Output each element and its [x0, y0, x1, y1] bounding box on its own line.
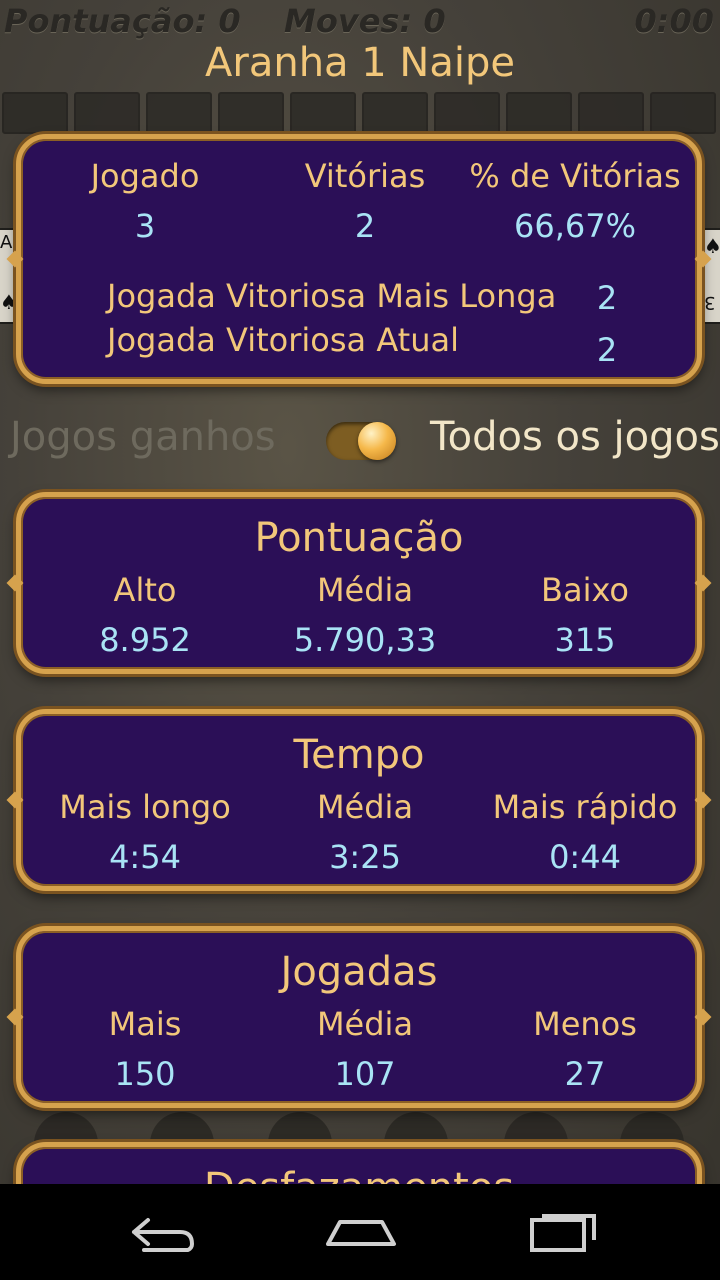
- moves-display: Moves: 0: [284, 2, 446, 40]
- time-display: 0:00: [634, 2, 714, 40]
- home-button[interactable]: [316, 1204, 406, 1260]
- score-high-value: 8.952: [99, 621, 191, 659]
- score-panel: Pontuação Alto Média Baixo 8.952 5.790,3…: [16, 492, 702, 674]
- page-title: Aranha 1 Naipe: [205, 40, 515, 86]
- score-low-value: 315: [554, 621, 616, 659]
- wins-label: Vitórias: [304, 157, 426, 195]
- all-games-option[interactable]: Todos os jogos: [430, 414, 720, 460]
- foundation-slot: [218, 92, 284, 134]
- foundation-slot: [74, 92, 140, 134]
- longest-streak-value: 2: [596, 279, 618, 317]
- back-button[interactable]: [114, 1204, 204, 1260]
- game-hud: Pontuação: 0 Moves: 0 0:00: [0, 0, 720, 44]
- back-icon: [132, 1218, 194, 1252]
- score-panel-title: Pontuação: [254, 515, 464, 561]
- time-longest-value: 4:54: [109, 838, 181, 876]
- card-rank: A: [0, 232, 13, 253]
- score-average-label: Média: [316, 571, 414, 609]
- wins-value: 2: [354, 207, 376, 245]
- foundation-slot: [650, 92, 716, 134]
- home-icon: [326, 1220, 396, 1246]
- moves-panel-title: Jogadas: [280, 949, 438, 995]
- foundation-slot: [290, 92, 356, 134]
- moves-average-value: 107: [334, 1055, 396, 1093]
- time-panel-title: Tempo: [293, 732, 425, 778]
- moves-least-label: Menos: [533, 1005, 637, 1043]
- score-high-label: Alto: [113, 571, 177, 609]
- played-value: 3: [134, 207, 156, 245]
- win-percent-label: % de Vitórias: [469, 157, 681, 195]
- time-average-label: Média: [316, 788, 414, 826]
- moves-average-label: Média: [316, 1005, 414, 1043]
- card-rank: 3: [704, 292, 716, 313]
- moves-least-value: 27: [564, 1055, 606, 1093]
- time-fastest-value: 0:44: [549, 838, 621, 876]
- won-games-option[interactable]: Jogos ganhos: [10, 414, 276, 460]
- score-display: Pontuação: 0: [4, 2, 241, 40]
- moves-most-label: Mais: [108, 1005, 182, 1043]
- longest-streak-label: Jogada Vitoriosa Mais Longa: [107, 277, 557, 315]
- summary-panel: Jogado Vitórias % de Vitórias 3 2 66,67%…: [16, 134, 702, 384]
- foundation-slot: [146, 92, 212, 134]
- current-streak-label: Jogada Vitoriosa Atual: [107, 321, 459, 359]
- foundation-slots: [0, 92, 720, 134]
- recents-icon: [530, 1214, 596, 1252]
- foundation-slot: [2, 92, 68, 134]
- foundation-slot: [362, 92, 428, 134]
- toggle-knob[interactable]: [358, 422, 396, 460]
- time-panel: Tempo Mais longo Média Mais rápido 4:54 …: [16, 709, 702, 891]
- games-filter: Jogos ganhos Todos os jogos: [0, 410, 720, 470]
- moves-panel: Jogadas Mais Média Menos 150 107 27: [16, 926, 702, 1108]
- time-fastest-label: Mais rápido: [492, 788, 678, 826]
- time-longest-label: Mais longo: [59, 788, 231, 826]
- time-average-value: 3:25: [329, 838, 401, 876]
- foundation-slot: [578, 92, 644, 134]
- moves-most-value: 150: [114, 1055, 176, 1093]
- score-average-value: 5.790,33: [293, 621, 437, 659]
- foundation-slot: [506, 92, 572, 134]
- system-nav-bar: [0, 1184, 720, 1280]
- current-streak-value: 2: [596, 331, 618, 369]
- recents-button[interactable]: [518, 1204, 608, 1260]
- filter-toggle[interactable]: [326, 422, 396, 460]
- win-percent-value: 66,67%: [513, 207, 636, 245]
- played-label: Jogado: [90, 157, 200, 195]
- foundation-slot: [434, 92, 500, 134]
- score-low-label: Baixo: [541, 571, 629, 609]
